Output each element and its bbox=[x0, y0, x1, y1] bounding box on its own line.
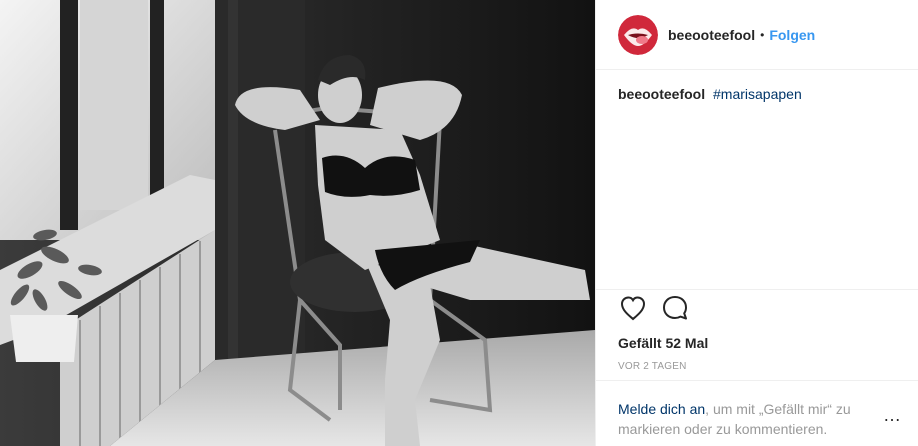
comment-bubble-icon[interactable] bbox=[660, 293, 690, 323]
heart-outline-icon[interactable] bbox=[618, 293, 648, 323]
post-actions bbox=[596, 289, 918, 321]
post-caption: beeooteefool #marisapapen bbox=[618, 86, 900, 102]
login-link[interactable]: Melde dich an bbox=[618, 401, 705, 417]
login-prompt: Melde dich an, um mit „Gefällt mir“ zu m… bbox=[596, 380, 918, 446]
post-header: beeooteefool • Folgen bbox=[596, 0, 918, 70]
follow-button[interactable]: Folgen bbox=[769, 27, 815, 43]
likes-count[interactable]: Gefällt 52 Mal bbox=[618, 335, 708, 351]
lips-avatar-icon bbox=[618, 14, 658, 55]
caption-hashtag[interactable]: #marisapapen bbox=[713, 86, 802, 102]
more-options-button[interactable]: … bbox=[883, 406, 902, 424]
avatar[interactable] bbox=[618, 14, 658, 55]
post-photo-image bbox=[0, 0, 595, 446]
header-username[interactable]: beeooteefool bbox=[668, 27, 755, 43]
post-timestamp[interactable]: VOR 2 TAGEN bbox=[618, 361, 687, 372]
post-side-panel: beeooteefool • Folgen beeooteefool #mari… bbox=[595, 0, 918, 446]
post-photo[interactable] bbox=[0, 0, 595, 446]
instagram-post: beeooteefool • Folgen beeooteefool #mari… bbox=[0, 0, 918, 446]
header-separator: • bbox=[760, 27, 765, 42]
caption-username[interactable]: beeooteefool bbox=[618, 86, 705, 102]
